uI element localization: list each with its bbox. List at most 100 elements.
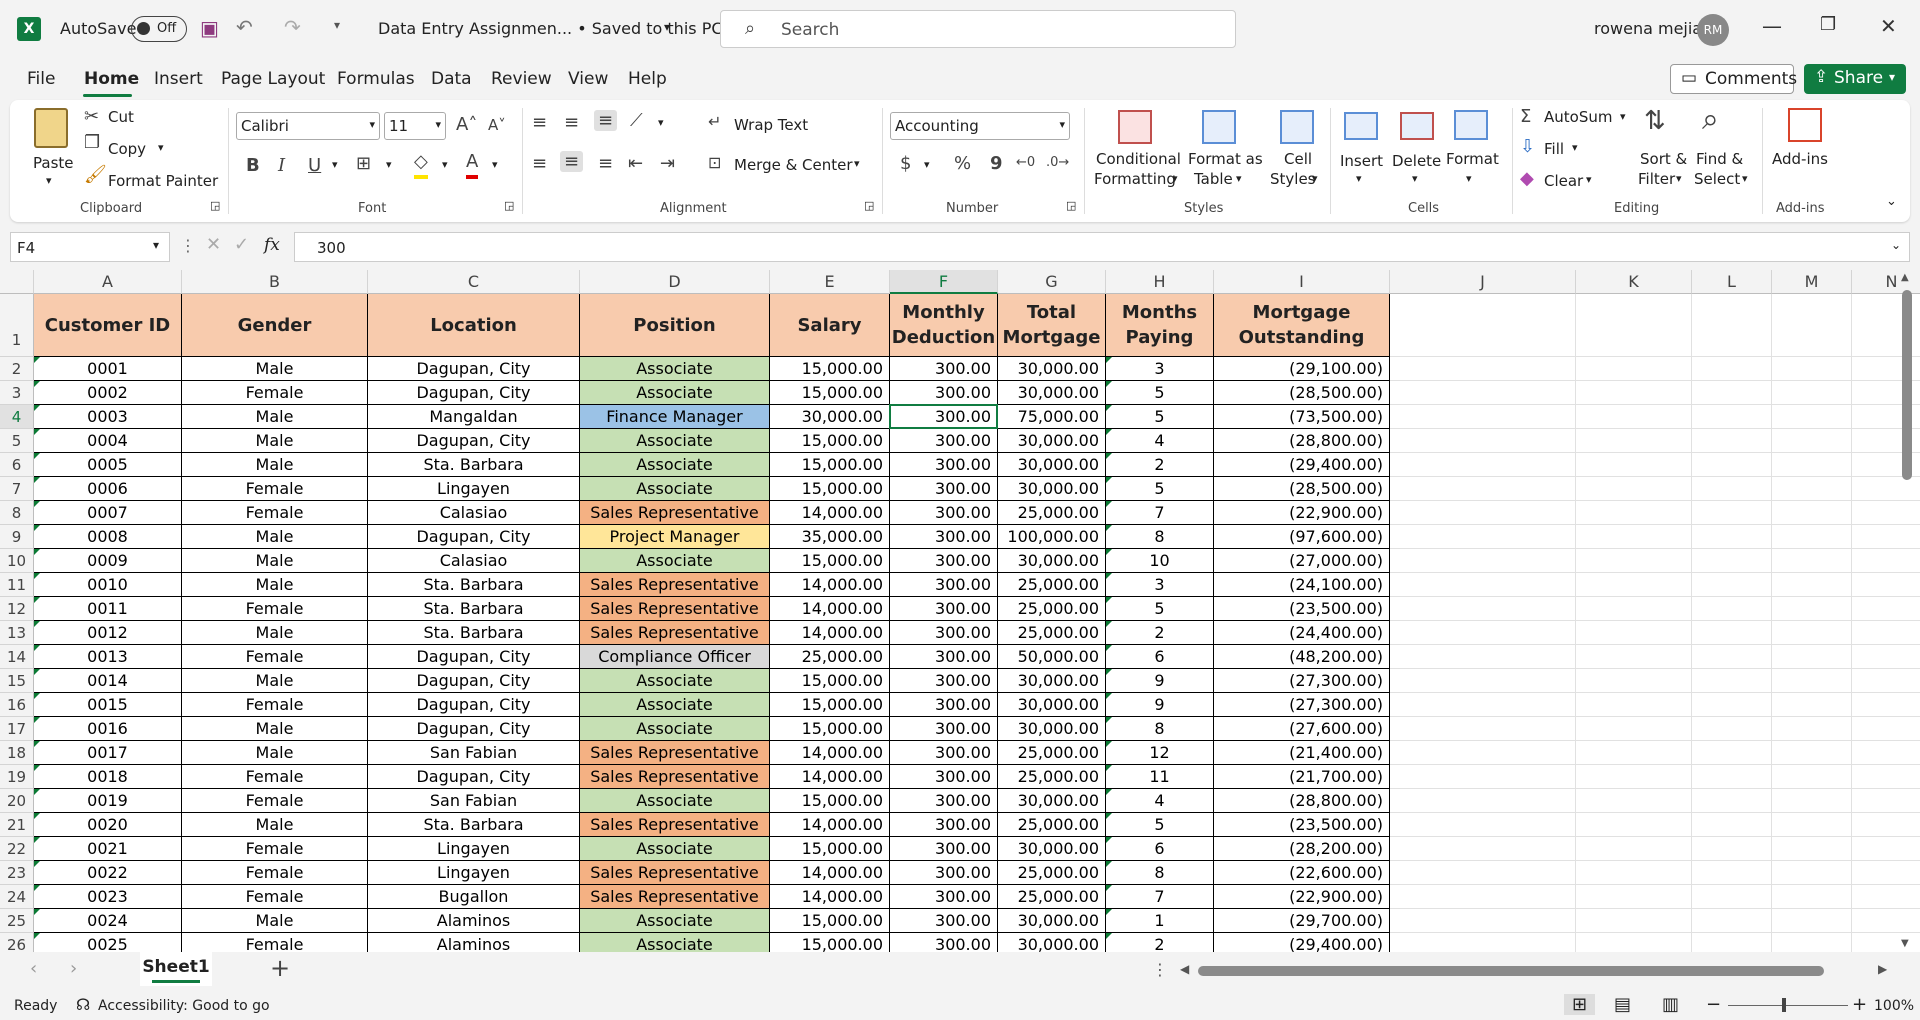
autosum-button[interactable]: AutoSum xyxy=(1544,108,1612,126)
cell-g24[interactable]: 25,000.00 xyxy=(998,885,1106,909)
header-cell-d[interactable]: Position xyxy=(580,294,770,357)
next-sheet-icon[interactable]: › xyxy=(70,958,77,979)
cell-a16[interactable]: 0015 xyxy=(34,693,182,717)
underline-icon[interactable]: U xyxy=(308,155,321,176)
align-top-icon[interactable]: ≡ xyxy=(532,112,547,133)
fill-button[interactable]: Fill xyxy=(1544,140,1564,158)
cell-c16[interactable]: Dagupan, City xyxy=(368,693,580,717)
document-title[interactable]: Data Entry Assignmen... • Saved to this … xyxy=(378,19,723,38)
format-as-table-label-1[interactable]: Format as xyxy=(1188,150,1263,168)
cell-h2[interactable]: 3 xyxy=(1106,357,1214,381)
format-cells-button[interactable]: Format xyxy=(1446,150,1499,168)
brush-icon[interactable]: 🖌 xyxy=(84,164,107,185)
row-header-1[interactable]: 1 xyxy=(0,294,34,357)
cell-a19[interactable]: 0018 xyxy=(34,765,182,789)
cell-i11[interactable]: (24,100.00) xyxy=(1214,573,1390,597)
increase-indent-icon[interactable]: ⇥ xyxy=(660,153,675,174)
cell-h26[interactable]: 2 xyxy=(1106,933,1214,952)
row-header-18[interactable]: 18 xyxy=(0,741,34,765)
row-header-15[interactable]: 15 xyxy=(0,669,34,693)
row-header-6[interactable]: 6 xyxy=(0,453,34,477)
cell-styles-label-1[interactable]: Cell xyxy=(1284,150,1312,168)
cell-e16[interactable]: 15,000.00 xyxy=(770,693,890,717)
cell-a4[interactable]: 0003 xyxy=(34,405,182,429)
conditional-formatting-label-2[interactable]: Formatting xyxy=(1094,170,1176,188)
cell-a17[interactable]: 0016 xyxy=(34,717,182,741)
cell-h8[interactable]: 7 xyxy=(1106,501,1214,525)
cell-f19[interactable]: 300.00 xyxy=(890,765,998,789)
cell-i20[interactable]: (28,800.00) xyxy=(1214,789,1390,813)
cell-g12[interactable]: 25,000.00 xyxy=(998,597,1106,621)
header-cell-g[interactable]: Total Mortgage xyxy=(998,294,1106,357)
cell-a20[interactable]: 0019 xyxy=(34,789,182,813)
add-ins-button[interactable]: Add-ins xyxy=(1772,150,1828,168)
cell-b24[interactable]: Female xyxy=(182,885,368,909)
bold-icon[interactable]: B xyxy=(246,155,260,176)
font-size-select[interactable]: 11 ▾ xyxy=(384,112,446,140)
zoom-slider-thumb[interactable] xyxy=(1782,998,1786,1012)
cell-e7[interactable]: 15,000.00 xyxy=(770,477,890,501)
sort-filter-label-1[interactable]: Sort & xyxy=(1640,150,1687,168)
cell-e23[interactable]: 14,000.00 xyxy=(770,861,890,885)
zoom-slider[interactable] xyxy=(1728,1005,1848,1006)
add-ins-icon[interactable] xyxy=(1788,108,1822,142)
chevron-down-icon[interactable]: ▾ xyxy=(1312,172,1318,185)
cell-d13[interactable]: Sales Representative xyxy=(580,621,770,645)
save-icon[interactable]: ▣ xyxy=(200,16,219,40)
chevron-down-icon[interactable]: ▾ xyxy=(332,158,338,171)
cell-a8[interactable]: 0007 xyxy=(34,501,182,525)
page-layout-view-icon[interactable]: ▤ xyxy=(1614,994,1631,1015)
menu-file[interactable]: File xyxy=(27,69,55,89)
header-cell-f[interactable]: Monthly Deduction xyxy=(890,294,998,357)
cell-b12[interactable]: Female xyxy=(182,597,368,621)
enter-icon[interactable]: ✓ xyxy=(234,234,249,255)
cell-b14[interactable]: Female xyxy=(182,645,368,669)
italic-icon[interactable]: I xyxy=(278,155,285,176)
column-header-h[interactable]: H xyxy=(1106,270,1214,294)
cell-g8[interactable]: 25,000.00 xyxy=(998,501,1106,525)
cell-c11[interactable]: Sta. Barbara xyxy=(368,573,580,597)
menu-insert[interactable]: Insert xyxy=(154,69,203,89)
align-middle-icon[interactable]: ≡ xyxy=(564,112,579,133)
cell-e14[interactable]: 25,000.00 xyxy=(770,645,890,669)
row-header-24[interactable]: 24 xyxy=(0,885,34,909)
cell-f26[interactable]: 300.00 xyxy=(890,933,998,952)
cell-a23[interactable]: 0022 xyxy=(34,861,182,885)
cell-d22[interactable]: Associate xyxy=(580,837,770,861)
cell-b6[interactable]: Male xyxy=(182,453,368,477)
insert-cells-icon[interactable] xyxy=(1344,112,1378,140)
cell-g25[interactable]: 30,000.00 xyxy=(998,909,1106,933)
row-header-23[interactable]: 23 xyxy=(0,861,34,885)
cell-b3[interactable]: Female xyxy=(182,381,368,405)
cell-f18[interactable]: 300.00 xyxy=(890,741,998,765)
sort-filter-label-2[interactable]: Filter xyxy=(1638,170,1675,188)
cell-b23[interactable]: Female xyxy=(182,861,368,885)
cancel-icon[interactable]: ✕ xyxy=(206,234,221,255)
column-header-g[interactable]: G xyxy=(998,270,1106,294)
cell-i3[interactable]: (28,500.00) xyxy=(1214,381,1390,405)
cell-i17[interactable]: (27,600.00) xyxy=(1214,717,1390,741)
cell-g2[interactable]: 30,000.00 xyxy=(998,357,1106,381)
cell-e8[interactable]: 14,000.00 xyxy=(770,501,890,525)
column-header-i[interactable]: I xyxy=(1214,270,1390,294)
cell-e4[interactable]: 30,000.00 xyxy=(770,405,890,429)
column-header-a[interactable]: A xyxy=(34,270,182,294)
cell-g26[interactable]: 30,000.00 xyxy=(998,933,1106,952)
merge-center-icon[interactable]: ⊡ xyxy=(708,153,721,172)
menu-page-layout[interactable]: Page Layout xyxy=(221,69,325,89)
cell-a10[interactable]: 0009 xyxy=(34,549,182,573)
cell-e18[interactable]: 14,000.00 xyxy=(770,741,890,765)
cell-h20[interactable]: 4 xyxy=(1106,789,1214,813)
percent-icon[interactable]: % xyxy=(954,153,971,174)
cell-e21[interactable]: 14,000.00 xyxy=(770,813,890,837)
cell-e19[interactable]: 14,000.00 xyxy=(770,765,890,789)
cell-c10[interactable]: Calasiao xyxy=(368,549,580,573)
conditional-formatting-icon[interactable] xyxy=(1118,110,1152,144)
chevron-down-icon[interactable]: ▾ xyxy=(46,174,52,187)
cell-f20[interactable]: 300.00 xyxy=(890,789,998,813)
orientation-icon[interactable]: ⟋ xyxy=(630,110,643,131)
scissors-icon[interactable]: ✂ xyxy=(84,106,99,127)
cell-c8[interactable]: Calasiao xyxy=(368,501,580,525)
cell-i16[interactable]: (27,300.00) xyxy=(1214,693,1390,717)
cell-c5[interactable]: Dagupan, City xyxy=(368,429,580,453)
